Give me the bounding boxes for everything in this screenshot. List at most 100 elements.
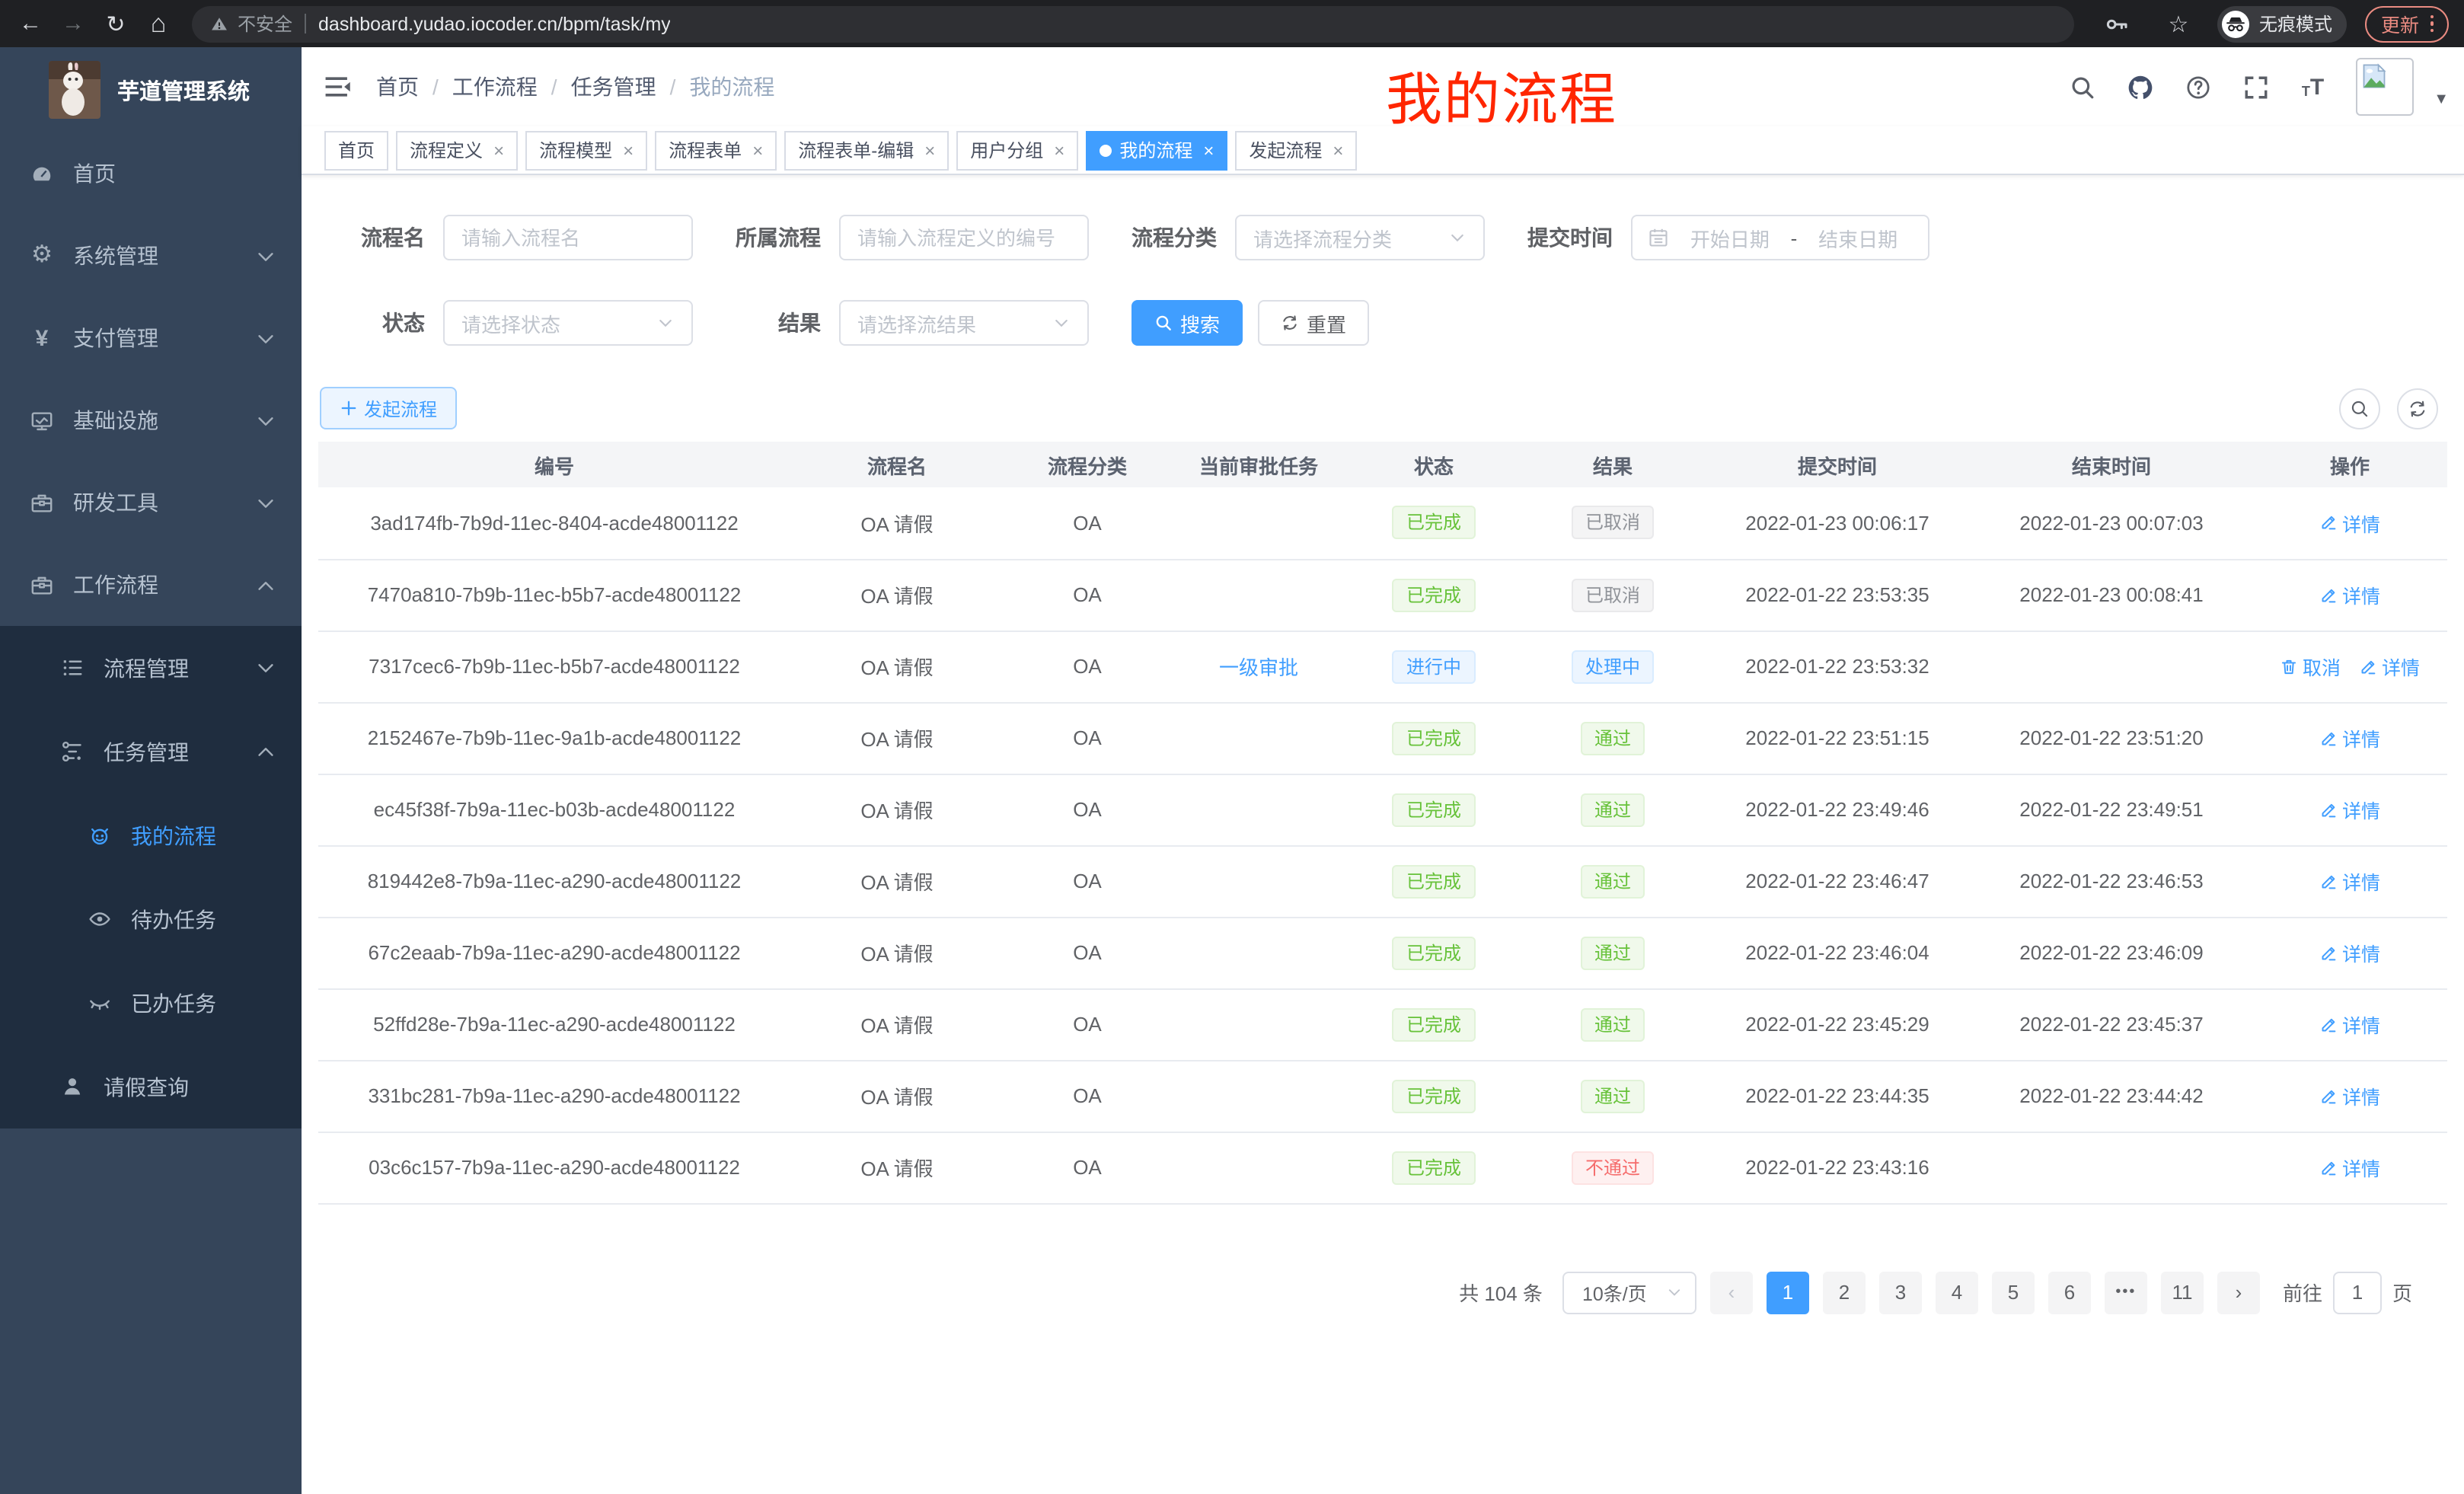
sidebar-item-基础设施[interactable]: 基础设施 [0,379,302,461]
cell-category: OA [1004,774,1171,845]
sidebar-item-任务管理[interactable]: 任务管理 [0,710,302,793]
prev-page-button[interactable]: ‹ [1710,1271,1753,1314]
status-badge: 已取消 [1572,506,1654,540]
sidebar-item-label: 待办任务 [131,904,216,934]
toggle-search-button[interactable] [2339,388,2380,429]
back-icon[interactable]: ← [9,4,52,43]
cell-result: 已取消 [1521,487,1704,559]
not-secure-warning[interactable]: 不安全 [210,11,292,37]
process-definition-input[interactable] [839,215,1089,260]
page-button-11[interactable]: 11 [2161,1271,2204,1314]
task-link[interactable]: 一级审批 [1219,656,1298,679]
reload-icon[interactable]: ↻ [94,4,137,43]
close-icon[interactable]: × [1054,139,1064,161]
page-button-5[interactable]: 5 [1992,1271,2035,1314]
详情-action-link[interactable]: 详情 [2319,795,2380,824]
close-icon[interactable]: × [493,139,504,161]
status-select[interactable]: 请选择状态 [443,300,693,346]
bookmark-star-icon[interactable]: ☆ [2157,4,2200,43]
close-icon[interactable]: × [924,139,935,161]
page-button-1[interactable]: 1 [1767,1271,1809,1314]
tab-流程表单-编辑[interactable]: 流程表单-编辑× [784,130,949,170]
edit-icon [2319,1158,2338,1176]
page-size-select[interactable]: 10条/页 [1562,1271,1696,1314]
fullscreen-icon[interactable] [2244,74,2270,100]
tab-首页[interactable]: 首页 [324,130,388,170]
sidebar-item-系统管理[interactable]: ⚙系统管理 [0,215,302,297]
category-select[interactable]: 请选择流程分类 [1235,215,1485,260]
refresh-table-button[interactable] [2397,388,2438,429]
cell-submit-time: 2022-01-23 00:06:17 [1704,487,1971,559]
tab-发起流程[interactable]: 发起流程× [1235,130,1357,170]
goto-page-input[interactable] [2333,1271,2382,1314]
monitor-icon [30,409,53,432]
tab-用户分组[interactable]: 用户分组× [956,130,1078,170]
sidebar-item-支付管理[interactable]: ¥支付管理 [0,297,302,379]
详情-action-link[interactable]: 详情 [2319,1081,2380,1110]
cell-result: 通过 [1521,988,1704,1060]
详情-action-link[interactable]: 详情 [2319,509,2380,538]
tab-流程模型[interactable]: 流程模型× [525,130,647,170]
key-icon[interactable] [2096,4,2139,43]
详情-action-link[interactable]: 详情 [2319,723,2380,752]
sidebar-item-流程管理[interactable]: 流程管理 [0,626,302,710]
help-icon[interactable] [2186,74,2212,100]
home-icon[interactable]: ⌂ [137,4,180,43]
sidebar-item-label: 首页 [73,158,116,189]
sidebar-item-label: 已办任务 [131,988,216,1018]
tab-流程定义[interactable]: 流程定义× [396,130,518,170]
取消-action-link[interactable]: 取消 [2280,652,2341,681]
forward-icon[interactable]: → [52,4,94,43]
close-icon[interactable]: × [752,139,763,161]
breadcrumb-item[interactable]: 首页 [376,72,419,102]
address-bar[interactable]: 不安全 dashboard.yudao.iocoder.cn/bpm/task/… [192,5,2075,42]
hamburger-icon[interactable] [324,73,352,101]
详情-action-link[interactable]: 详情 [2319,580,2380,609]
search-button[interactable]: 搜索 [1131,300,1243,346]
search-icon[interactable] [2070,74,2096,100]
breadcrumb-item[interactable]: 工作流程 [452,72,538,102]
详情-action-link[interactable]: 详情 [2319,1010,2380,1039]
sidebar-item-待办任务[interactable]: 待办任务 [0,877,302,961]
submit-time-range-picker[interactable]: 开始日期 - 结束日期 [1631,215,1929,260]
browser-update-menu[interactable]: 更新 [2366,5,2449,42]
font-size-icon[interactable]: TT [2302,75,2324,98]
cell-category: OA [1004,702,1171,774]
avatar[interactable] [2356,58,2414,116]
sidebar-item-首页[interactable]: 首页 [0,132,302,215]
next-page-button[interactable]: › [2217,1271,2260,1314]
cell-category: OA [1004,559,1171,630]
close-icon[interactable]: × [1333,139,1343,161]
sidebar-item-已办任务[interactable]: 已办任务 [0,961,302,1045]
result-select[interactable]: 请选择流结果 [839,300,1089,346]
详情-action-link[interactable]: 详情 [2319,938,2380,967]
sidebar-item-label: 请假查询 [104,1071,189,1102]
page-ellipsis-button[interactable]: ••• [2105,1271,2147,1314]
status-badge: 通过 [1581,721,1645,755]
sidebar-item-工作流程[interactable]: 工作流程 [0,544,302,626]
详情-action-link[interactable]: 详情 [2319,1153,2380,1182]
page-button-6[interactable]: 6 [2048,1271,2091,1314]
close-icon[interactable]: × [1203,139,1214,161]
column-header: 编号 [318,442,790,487]
sidebar-item-研发工具[interactable]: 研发工具 [0,461,302,544]
tab-流程表单[interactable]: 流程表单× [655,130,777,170]
tab-我的流程[interactable]: 我的流程× [1086,130,1227,170]
close-icon[interactable]: × [623,139,634,161]
page-button-2[interactable]: 2 [1823,1271,1866,1314]
page-button-4[interactable]: 4 [1936,1271,1978,1314]
page-button-3[interactable]: 3 [1879,1271,1922,1314]
sidebar-item-我的流程[interactable]: 我的流程 [0,793,302,877]
create-process-button[interactable]: 发起流程 [320,387,457,429]
process-name-input[interactable] [443,215,693,260]
active-dot-icon [1100,144,1112,156]
reset-button[interactable]: 重置 [1258,300,1369,346]
详情-action-link[interactable]: 详情 [2359,652,2420,681]
breadcrumb-item[interactable]: 任务管理 [571,72,656,102]
cell-id: 3ad174fb-7b9d-11ec-8404-acde48001122 [318,487,790,559]
详情-action-link[interactable]: 详情 [2319,867,2380,895]
caret-down-icon[interactable]: ▼ [2434,91,2449,107]
github-icon[interactable] [2128,74,2154,100]
cell-name: OA 请假 [790,487,1004,559]
sidebar-item-请假查询[interactable]: 请假查询 [0,1045,302,1128]
